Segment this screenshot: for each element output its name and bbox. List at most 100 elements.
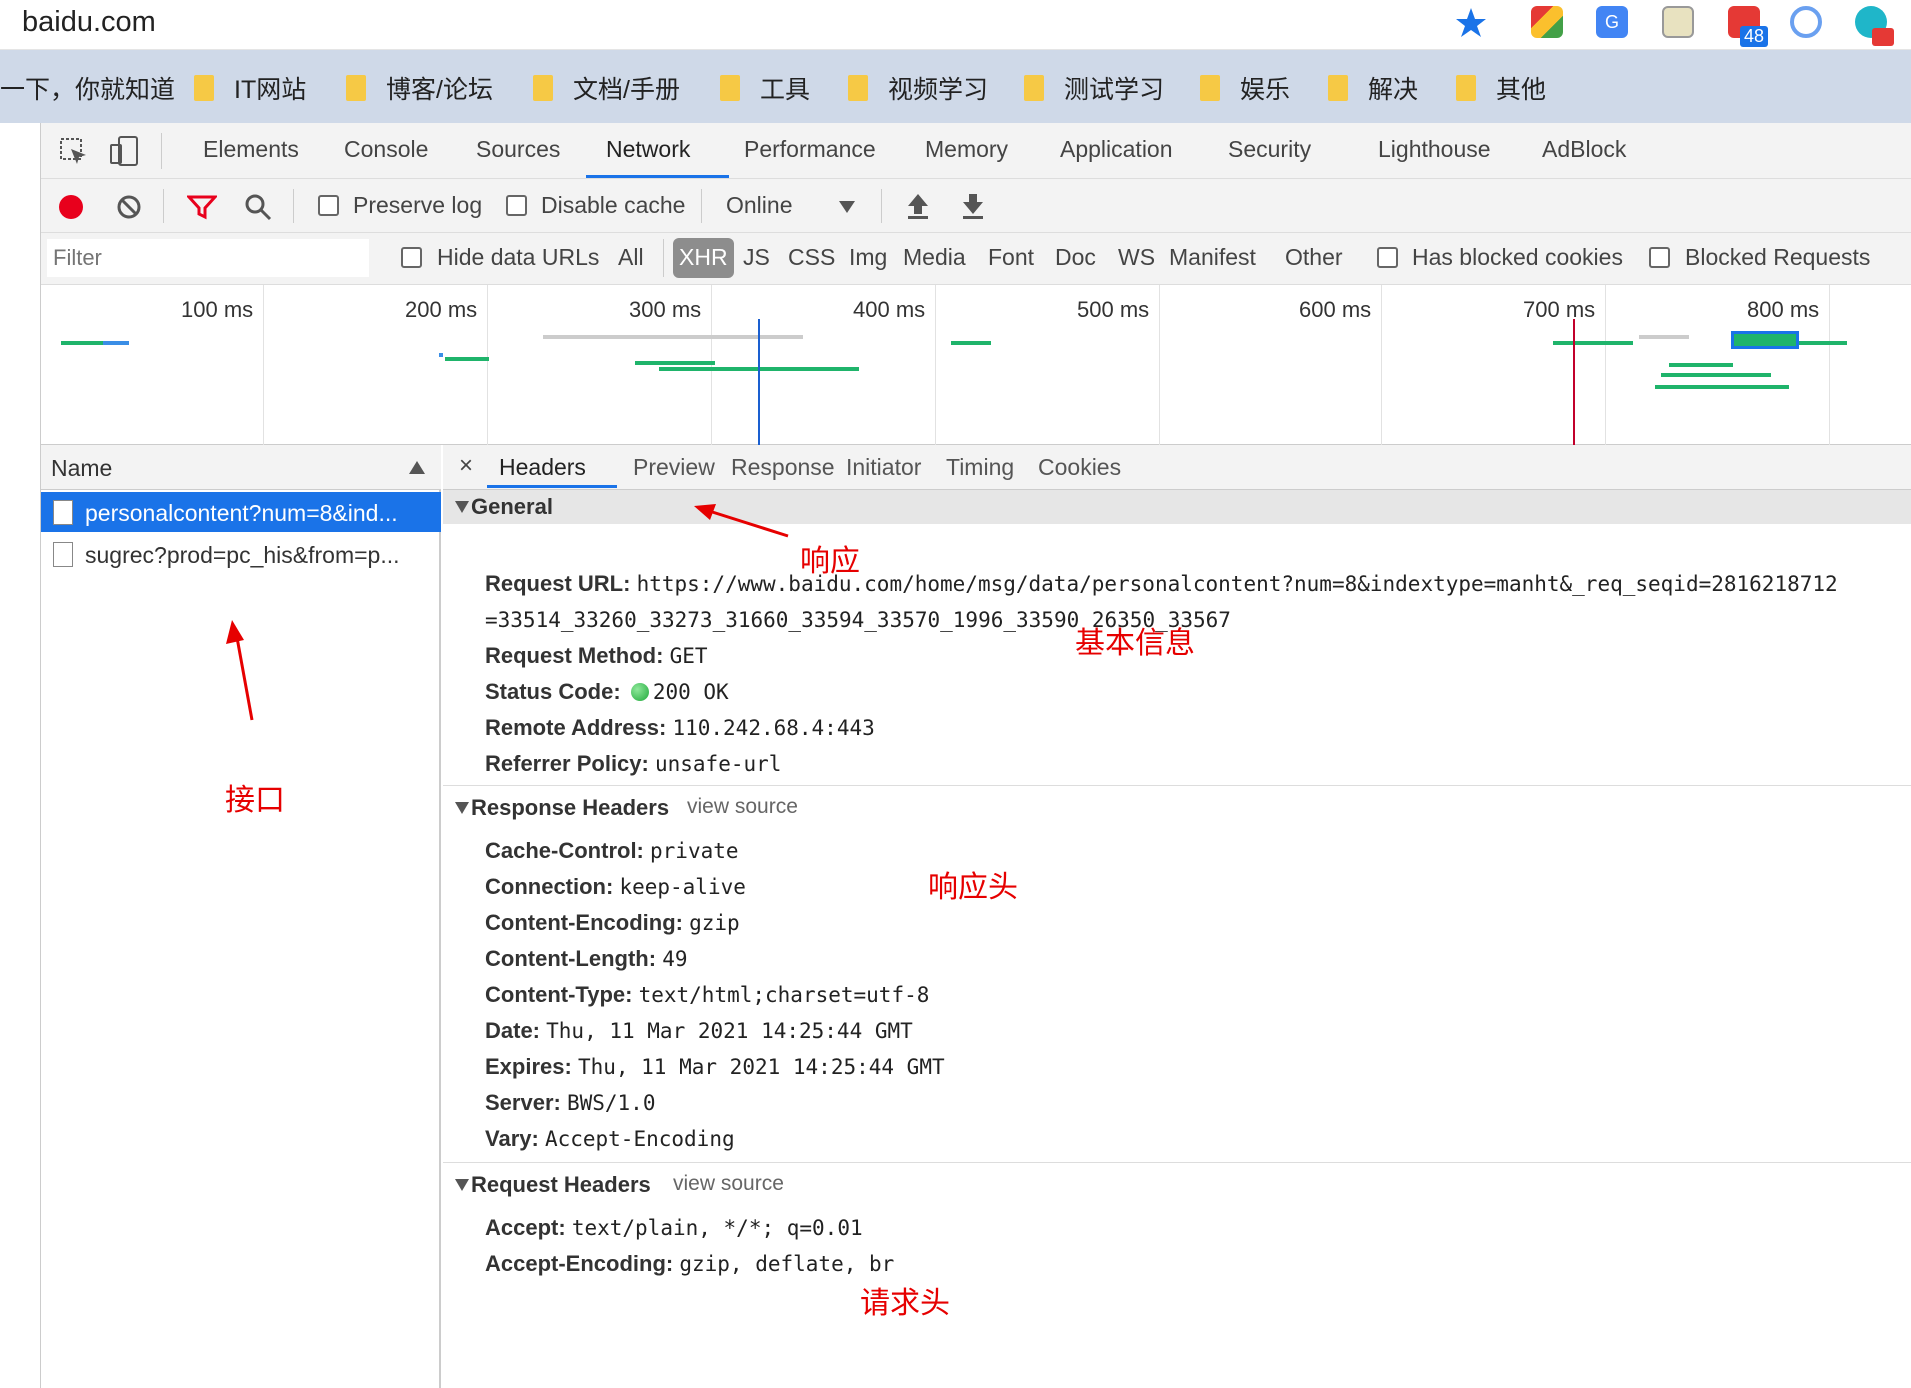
chevron-down-icon[interactable] <box>839 201 855 213</box>
document-icon <box>53 542 73 567</box>
tab-timing[interactable]: Timing <box>946 454 1014 481</box>
tab-headers[interactable]: Headers <box>499 454 586 481</box>
tab-elements[interactable]: Elements <box>203 136 299 163</box>
tick-label: 500 ms <box>1077 297 1150 322</box>
network-toolbar: Preserve log Disable cache Online <box>41 179 1911 233</box>
translate-icon[interactable]: G <box>1596 6 1628 38</box>
export-har-icon[interactable] <box>961 192 985 220</box>
preserve-log-checkbox[interactable] <box>318 195 339 216</box>
tab-memory[interactable]: Memory <box>925 136 1008 163</box>
type-xhr[interactable]: XHR <box>673 238 734 278</box>
type-ws[interactable]: WS <box>1118 244 1155 271</box>
type-media[interactable]: Media <box>903 244 966 271</box>
type-other[interactable]: Other <box>1285 244 1343 271</box>
notes-icon[interactable] <box>1662 6 1694 38</box>
tab-preview[interactable]: Preview <box>633 454 715 481</box>
blocked-requests-checkbox[interactable] <box>1649 247 1670 268</box>
tab-initiator[interactable]: Initiator <box>846 454 921 481</box>
tab-network[interactable]: Network <box>606 136 690 163</box>
sort-ascending-icon[interactable] <box>409 461 425 474</box>
disable-cache-label: Disable cache <box>541 192 686 218</box>
request-headers-section-header[interactable]: Request Headers view source <box>443 1168 1911 1202</box>
tab-sources[interactable]: Sources <box>476 136 560 163</box>
filter-input[interactable] <box>47 239 369 277</box>
bookmark-2[interactable]: 博客/论坛 <box>346 70 493 106</box>
tab-cookies[interactable]: Cookies <box>1038 454 1121 481</box>
triangle-down-icon <box>455 501 469 513</box>
bookmark-3[interactable]: 文档/手册 <box>533 70 680 106</box>
header-row: Accept: text/plain, */*; q=0.01 <box>485 1215 863 1240</box>
filter-icon[interactable] <box>187 194 217 220</box>
tab-security[interactable]: Security <box>1228 136 1311 163</box>
annotation-basic-info: 基本信息 <box>1075 627 1195 660</box>
annotation-response: 响应 <box>800 545 860 578</box>
bookmark-4[interactable]: 工具 <box>720 70 810 106</box>
disable-cache-checkbox[interactable] <box>506 195 527 216</box>
view-source-link[interactable]: view source <box>687 795 798 819</box>
type-img[interactable]: Img <box>849 244 887 271</box>
remote-address-row: Remote Address: 110.242.68.4:443 <box>485 715 875 740</box>
type-font[interactable]: Font <box>988 244 1034 271</box>
checkmark-icon[interactable] <box>1790 6 1822 38</box>
annotation-interface: 接口 <box>225 784 285 817</box>
clear-icon[interactable] <box>116 194 142 220</box>
type-all[interactable]: All <box>618 244 644 271</box>
record-icon[interactable] <box>59 195 83 219</box>
tick-label: 800 ms <box>1747 297 1820 322</box>
type-css[interactable]: CSS <box>788 244 835 271</box>
extension-icon-1[interactable] <box>1531 6 1563 38</box>
bookmark-7[interactable]: 娱乐 <box>1200 70 1290 106</box>
status-ok-icon <box>630 683 649 701</box>
close-icon[interactable]: × <box>459 452 473 480</box>
extension-badge: 48 <box>1740 26 1769 47</box>
general-section-header[interactable]: General <box>443 490 1911 524</box>
bookmark-5[interactable]: 视频学习 <box>848 70 988 106</box>
folder-icon <box>1200 75 1220 101</box>
annotation-response-headers: 响应头 <box>928 871 1018 904</box>
bookmark-0[interactable]: 一下，你就知道 <box>0 70 175 106</box>
url-text[interactable]: baidu.com <box>22 6 156 39</box>
import-har-icon[interactable] <box>906 192 930 220</box>
tab-lighthouse[interactable]: Lighthouse <box>1378 136 1491 163</box>
header-row: Cache-Control: private <box>485 838 739 863</box>
bookmark-1[interactable]: IT网站 <box>194 70 306 106</box>
network-overview-timeline[interactable]: 100 ms 200 ms 300 ms 400 ms 500 ms 600 m… <box>41 285 1911 445</box>
selected-request-bar <box>1731 331 1799 349</box>
tab-console[interactable]: Console <box>344 136 428 163</box>
address-bar[interactable]: baidu.com G 48 <box>0 0 1911 50</box>
device-toolbar-icon[interactable] <box>109 135 141 167</box>
hide-data-urls-checkbox[interactable] <box>401 247 422 268</box>
preserve-log-label: Preserve log <box>353 192 483 218</box>
folder-icon <box>533 75 553 101</box>
type-js[interactable]: JS <box>743 244 770 271</box>
general-title: General <box>471 494 553 519</box>
bookmark-8[interactable]: 解决 <box>1328 70 1418 106</box>
bookmark-9[interactable]: 其他 <box>1456 70 1546 106</box>
active-detail-tab-indicator <box>487 485 617 488</box>
type-manifest[interactable]: Manifest <box>1169 244 1256 271</box>
tab-application[interactable]: Application <box>1060 136 1173 163</box>
name-column-header[interactable]: Name <box>41 445 441 490</box>
bookmark-6[interactable]: 测试学习 <box>1024 70 1164 106</box>
inspect-element-icon[interactable] <box>59 137 89 167</box>
view-source-link[interactable]: view source <box>673 1172 784 1196</box>
filter-bar: Hide data URLs All XHR JS CSS Img Media … <box>41 233 1911 285</box>
throttling-select[interactable]: Online <box>726 192 792 219</box>
tab-response[interactable]: Response <box>731 454 835 481</box>
request-row[interactable]: sugrec?prod=pc_his&from=p... <box>41 534 441 574</box>
request-detail-panel: × Headers Preview Response Initiator Tim… <box>443 445 1911 1388</box>
dom-content-loaded-marker <box>758 319 760 445</box>
search-icon[interactable] <box>244 193 272 221</box>
header-row: Connection: keep-alive <box>485 874 746 899</box>
response-headers-section-header[interactable]: Response Headers view source <box>443 791 1911 825</box>
has-blocked-cookies-checkbox[interactable] <box>1377 247 1398 268</box>
star-icon[interactable] <box>1454 6 1488 40</box>
type-doc[interactable]: Doc <box>1055 244 1096 271</box>
tab-adblock[interactable]: AdBlock <box>1542 136 1626 163</box>
tab-performance[interactable]: Performance <box>744 136 876 163</box>
request-row[interactable]: personalcontent?num=8&ind... <box>41 492 441 532</box>
blocked-requests-label: Blocked Requests <box>1685 244 1871 270</box>
tick-label: 700 ms <box>1523 297 1596 322</box>
triangle-down-icon <box>455 802 469 814</box>
page: baidu.com G 48 一下，你就知道 IT网站 博客/论坛 文档/手册 … <box>0 0 1911 1388</box>
